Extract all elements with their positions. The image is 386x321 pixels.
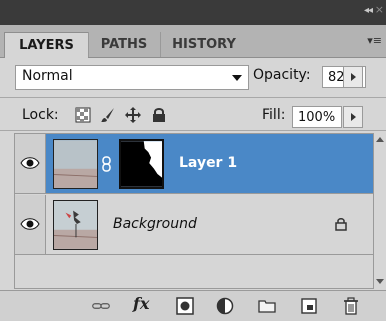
layers-scrollbar[interactable] <box>373 133 386 289</box>
layer-name[interactable]: Layer 1 <box>179 155 237 171</box>
eye-icon <box>20 157 40 169</box>
tab-paths[interactable]: PATHS <box>88 32 159 57</box>
eye-icon <box>20 218 40 230</box>
close-panel-button[interactable]: × <box>375 3 384 16</box>
layer-name[interactable]: Background <box>113 216 197 232</box>
scroll-up-icon[interactable] <box>376 137 384 142</box>
layer-thumbnail[interactable] <box>53 139 98 189</box>
add-layer-mask-icon[interactable] <box>176 297 194 315</box>
brush-icon[interactable] <box>100 107 116 123</box>
layer-mask-thumbnail[interactable] <box>119 139 164 189</box>
folder-icon[interactable] <box>258 297 276 315</box>
layer-style-button[interactable]: fx <box>133 294 149 313</box>
lock-icon[interactable] <box>151 107 167 123</box>
layer-row-background[interactable]: Background <box>15 195 373 255</box>
adjustment-layer-icon[interactable] <box>216 297 234 315</box>
panel-menu-button[interactable]: ▾≡ <box>367 34 382 47</box>
tab-history[interactable]: HISTORY <box>160 32 247 57</box>
collapse-panel-button[interactable]: ◂◂ <box>364 5 373 16</box>
layer-thumbnail[interactable] <box>53 200 98 250</box>
panel-title-bar: ◂◂ × <box>0 0 386 25</box>
divider <box>0 130 386 131</box>
opacity-label: Opacity: <box>253 67 311 83</box>
divider <box>0 97 386 98</box>
layers-list: Layer 1 Background <box>14 133 374 289</box>
new-layer-icon[interactable] <box>300 297 318 315</box>
chevron-down-icon <box>232 75 242 81</box>
layers-toolbar: fx <box>0 290 386 321</box>
visibility-toggle[interactable] <box>15 134 46 193</box>
layer-row-layer-1[interactable]: Layer 1 <box>15 134 373 194</box>
tab-bar: LAYERS PATHS HISTORY <box>0 25 386 58</box>
visibility-toggle[interactable] <box>15 195 46 254</box>
link-layers-icon[interactable] <box>92 297 110 315</box>
blend-mode-select[interactable]: Normal <box>15 65 249 90</box>
tab-layers[interactable]: LAYERS <box>4 32 89 58</box>
trash-icon[interactable] <box>342 297 360 315</box>
fill-slider-button[interactable] <box>343 106 363 128</box>
blend-mode-value: Normal <box>22 68 73 84</box>
lock-label: Lock: <box>22 107 59 123</box>
move-icon[interactable] <box>125 107 141 123</box>
fill-label: Fill: <box>262 107 286 123</box>
lock-transparent-pixels-icon[interactable] <box>75 107 91 123</box>
lock-icon <box>335 218 347 231</box>
link-chain-icon[interactable] <box>102 156 112 172</box>
fill-field[interactable]: 100% <box>292 106 342 128</box>
scroll-down-icon[interactable] <box>376 279 384 284</box>
layers-panel: ◂◂ × LAYERS PATHS HISTORY ▾≡ Normal Opac… <box>0 0 386 321</box>
opacity-slider-button[interactable] <box>343 66 363 88</box>
